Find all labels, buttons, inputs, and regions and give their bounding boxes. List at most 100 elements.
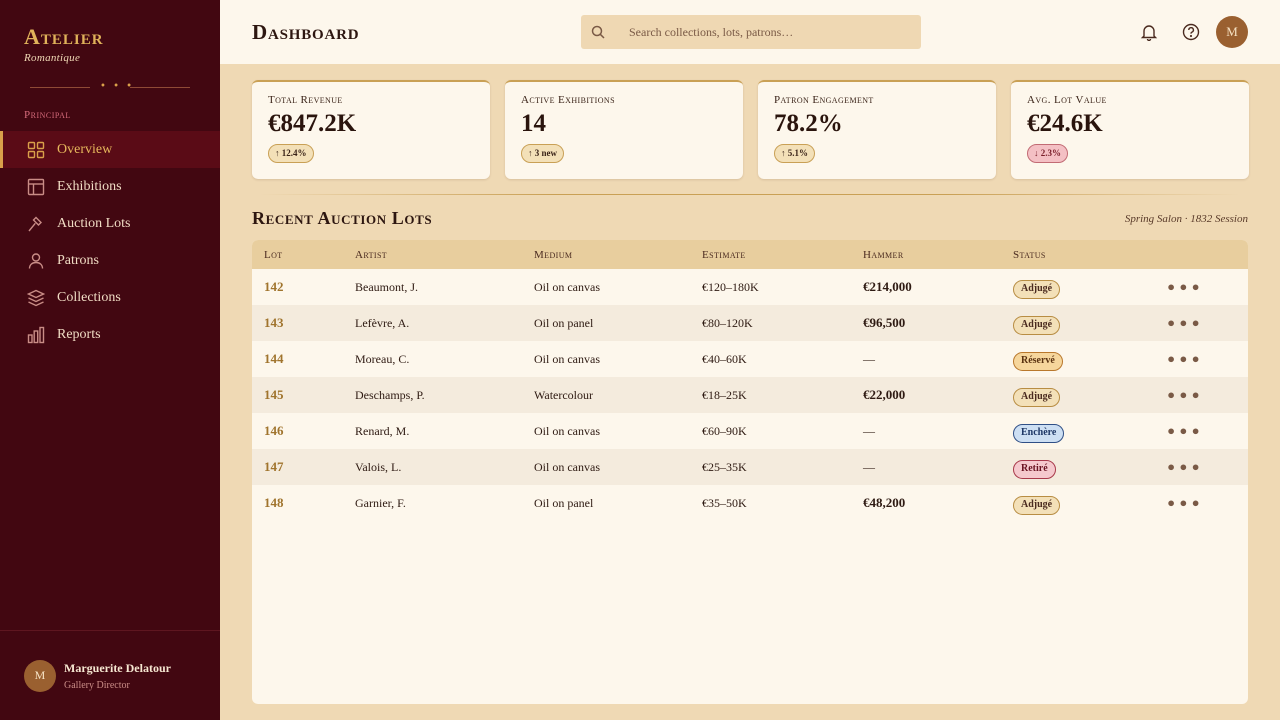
search-bar (581, 15, 921, 49)
medium-cell: Oil on panel (534, 495, 594, 510)
avatar: M (24, 659, 56, 692)
avatar[interactable]: M (1216, 16, 1248, 48)
trend-badge: ↑ 5.1% (774, 144, 815, 163)
column-header-medium[interactable]: Medium (534, 249, 702, 261)
lot-number[interactable]: 144 (252, 351, 355, 367)
page-title: Dashboard (252, 20, 360, 44)
stats-row: Total Revenue €847.2K ↑ 12.4% Active Exh… (252, 80, 1249, 179)
more-actions-icon[interactable]: ••• (1166, 314, 1203, 333)
table-row[interactable]: 143 Lefèvre, A. Oil on panel €80–120K €9… (252, 305, 1248, 341)
trend-badge: ↑ 12.4% (268, 144, 314, 163)
section-title: Recent Auction Lots (252, 208, 433, 228)
table-row[interactable]: 142 Beaumont, J. Oil on canvas €120–180K… (252, 269, 1248, 305)
more-actions-icon[interactable]: ••• (1166, 422, 1203, 441)
lot-number[interactable]: 146 (252, 423, 355, 439)
bell-icon[interactable] (1139, 22, 1159, 42)
sidebar-item-label: Patrons (57, 252, 99, 268)
stat-label: Total Revenue (268, 94, 343, 106)
sidebar-user[interactable]: M Marguerite Delatour Gallery Director (0, 630, 220, 720)
column-header-hammer[interactable]: Hammer (863, 249, 1013, 261)
stat-card-engagement[interactable]: Patron Engagement 78.2% ↑ 5.1% (758, 80, 996, 179)
medium-cell: Watercolour (534, 387, 594, 402)
status-badge: Adjugé (1013, 279, 1061, 299)
hammer-cell: — (863, 459, 875, 474)
nav-section-label: Principal (24, 109, 71, 121)
stat-card-exhibitions[interactable]: Active Exhibitions 14 ↑ 3 new (505, 80, 743, 179)
lot-number[interactable]: 145 (252, 387, 355, 403)
sidebar-item-collections[interactable]: Collections (0, 279, 220, 316)
stat-label: Avg. Lot Value (1027, 94, 1107, 106)
hammer-cell: — (863, 351, 875, 366)
column-header-lot[interactable]: Lot (252, 249, 355, 261)
sidebar-item-label: Auction Lots (57, 215, 131, 231)
search-input[interactable] (613, 15, 921, 49)
ornament-divider: • • • (30, 82, 190, 92)
lot-number[interactable]: 142 (252, 279, 355, 295)
user-role: Gallery Director (64, 679, 130, 691)
table-row[interactable]: 144 Moreau, C. Oil on canvas €40–60K — R… (252, 341, 1248, 377)
more-actions-icon[interactable]: ••• (1166, 458, 1203, 477)
stat-value: 14 (521, 110, 546, 137)
stat-label: Patron Engagement (774, 94, 874, 106)
stat-value: €847.2K (268, 110, 357, 137)
more-actions-icon[interactable]: ••• (1166, 278, 1203, 297)
more-actions-icon[interactable]: ••• (1166, 350, 1203, 369)
sidebar-item-reports[interactable]: Reports (0, 316, 220, 353)
status-badge: Adjugé (1013, 315, 1061, 335)
auction-lots-table: Lot Artist Medium Estimate Hammer Status… (252, 240, 1248, 704)
stat-card-revenue[interactable]: Total Revenue €847.2K ↑ 12.4% (252, 80, 490, 179)
sidebar-item-label: Exhibitions (57, 178, 122, 194)
help-icon[interactable] (1181, 22, 1201, 42)
status-badge: Réservé (1013, 351, 1063, 371)
hammer-cell: €48,200 (863, 495, 906, 510)
table-row[interactable]: 148 Garnier, F. Oil on panel €35–50K €48… (252, 485, 1248, 521)
table-row[interactable]: 145 Deschamps, P. Watercolour €18–25K €2… (252, 377, 1248, 413)
medium-cell: Oil on canvas (534, 279, 600, 294)
column-header-estimate[interactable]: Estimate (702, 249, 863, 261)
sidebar-item-patrons[interactable]: Patrons (0, 242, 220, 279)
table-row[interactable]: 147 Valois, L. Oil on canvas €25–35K — R… (252, 449, 1248, 485)
section-divider (260, 194, 1240, 195)
brand[interactable]: Atelier Romantique (24, 24, 104, 64)
more-actions-icon[interactable]: ••• (1166, 386, 1203, 405)
column-header-status[interactable]: Status (1013, 249, 1166, 261)
artist-cell: Garnier, F. (355, 495, 406, 510)
medium-cell: Oil on canvas (534, 459, 600, 474)
lot-number[interactable]: 143 (252, 315, 355, 331)
lot-number[interactable]: 147 (252, 459, 355, 475)
sidebar-item-exhibitions[interactable]: Exhibitions (0, 168, 220, 205)
table-header: Lot Artist Medium Estimate Hammer Status (252, 240, 1248, 269)
status-badge: Enchère (1013, 423, 1065, 443)
medium-cell: Oil on canvas (534, 351, 600, 366)
stat-card-avg-lot[interactable]: Avg. Lot Value €24.6K ↓ 2.3% (1011, 80, 1249, 179)
estimate-cell: €18–25K (702, 387, 747, 402)
stat-value: €24.6K (1027, 110, 1103, 137)
search-icon (583, 15, 613, 49)
lot-number[interactable]: 148 (252, 495, 355, 511)
sidebar-nav: Overview Exhibitions Auction Lots Patron… (0, 131, 220, 353)
status-badge: Adjugé (1013, 495, 1061, 515)
top-header: Dashboard M (220, 0, 1280, 64)
table-row[interactable]: 146 Renard, M. Oil on canvas €60–90K — E… (252, 413, 1248, 449)
sidebar-item-overview[interactable]: Overview (0, 131, 220, 168)
stat-value: 78.2% (774, 110, 843, 137)
column-header-artist[interactable]: Artist (355, 249, 534, 261)
more-actions-icon[interactable]: ••• (1166, 494, 1203, 513)
layout-icon (26, 177, 46, 197)
user-name: Marguerite Delatour (64, 660, 171, 675)
artist-cell: Lefèvre, A. (355, 315, 410, 330)
grid-icon (26, 140, 46, 160)
estimate-cell: €120–180K (702, 279, 759, 294)
user-icon (26, 251, 46, 271)
artist-cell: Valois, L. (355, 459, 402, 474)
brand-name: Atelier (24, 24, 104, 49)
hammer-cell: €214,000 (863, 279, 912, 294)
sidebar: Atelier Romantique • • • Principal Overv… (0, 0, 220, 720)
estimate-cell: €60–90K (702, 423, 747, 438)
trend-badge: ↓ 2.3% (1027, 144, 1068, 163)
stat-label: Active Exhibitions (521, 94, 615, 106)
section-subtitle: Spring Salon · 1832 Session (1124, 213, 1248, 225)
sidebar-item-auction-lots[interactable]: Auction Lots (0, 205, 220, 242)
artist-cell: Renard, M. (355, 423, 410, 438)
sidebar-item-label: Collections (57, 289, 121, 305)
